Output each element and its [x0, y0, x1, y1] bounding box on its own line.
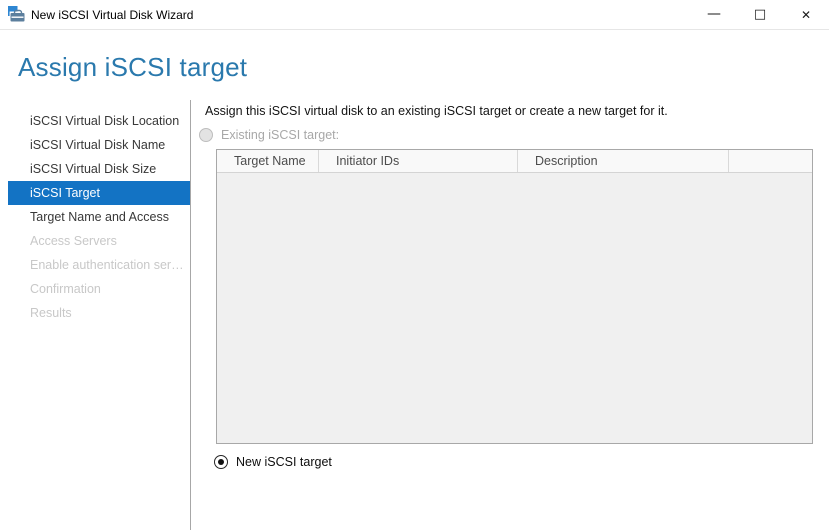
new-target-radio[interactable]	[214, 455, 228, 469]
step-results: Results	[30, 306, 72, 320]
step-iscsi-virtual-disk-location[interactable]: iSCSI Virtual Disk Location	[0, 109, 190, 133]
close-button[interactable]: ✕	[783, 0, 829, 29]
step-iscsi-virtual-disk-size[interactable]: iSCSI Virtual Disk Size	[0, 157, 190, 181]
minimize-button[interactable]: —	[691, 0, 737, 29]
column-header-initiator-ids: Initiator IDs	[319, 150, 518, 172]
existing-target-label: Existing iSCSI target:	[221, 128, 340, 142]
step-target-name-and-access[interactable]: Target Name and Access	[0, 205, 190, 229]
close-icon: ✕	[800, 7, 812, 22]
table-header-row: Target Name Initiator IDs Description	[217, 150, 812, 173]
new-target-label: New iSCSI target	[236, 455, 332, 469]
window-controls: — □ ✕	[691, 0, 829, 29]
iscsi-target-table: Target Name Initiator IDs Description	[216, 149, 813, 444]
minimize-icon: —	[707, 5, 721, 22]
column-header-blank	[729, 150, 812, 172]
page-title: Assign iSCSI target	[18, 52, 248, 82]
maximize-button[interactable]: □	[737, 0, 783, 29]
window-title: New iSCSI Virtual Disk Wizard	[31, 8, 194, 22]
existing-iscsi-target-option[interactable]: Existing iSCSI target:	[199, 128, 339, 142]
maximize-icon: □	[753, 7, 767, 22]
column-header-target-name: Target Name	[217, 150, 319, 172]
step-enable-authentication: Enable authentication ser…	[30, 258, 184, 272]
wizard-steps-sidebar: iSCSI Virtual Disk Location iSCSI Virtua…	[0, 100, 191, 530]
step-access-servers: Access Servers	[30, 234, 117, 248]
step-iscsi-target[interactable]: iSCSI Target	[8, 181, 190, 205]
existing-target-radio[interactable]	[199, 128, 213, 142]
server-manager-icon	[8, 6, 25, 23]
column-header-description: Description	[518, 150, 729, 172]
wizard-window: New iSCSI Virtual Disk Wizard — □ ✕ Assi…	[0, 0, 829, 530]
new-iscsi-target-option[interactable]: New iSCSI target	[214, 455, 332, 469]
step-iscsi-virtual-disk-name[interactable]: iSCSI Virtual Disk Name	[0, 133, 190, 157]
step-confirmation: Confirmation	[30, 282, 101, 296]
table-body-empty	[217, 173, 812, 443]
intro-text: Assign this iSCSI virtual disk to an exi…	[205, 104, 668, 118]
titlebar: New iSCSI Virtual Disk Wizard — □ ✕	[0, 0, 829, 30]
